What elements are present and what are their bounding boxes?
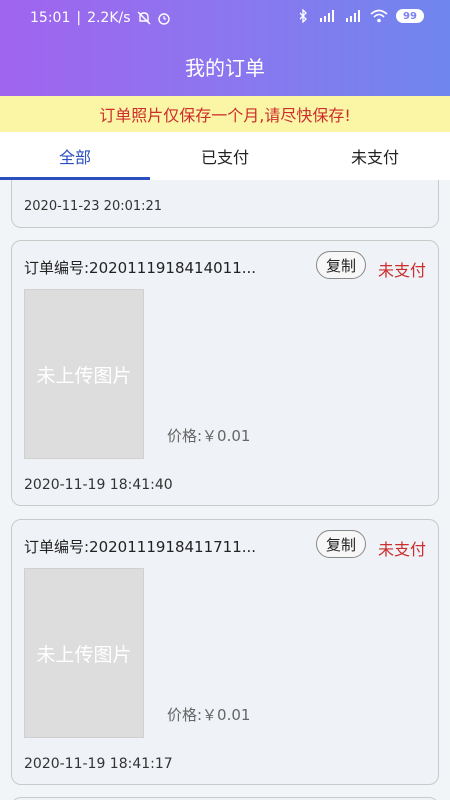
wifi-icon (370, 9, 388, 23)
status-divider: | (76, 10, 82, 26)
status-bar: 15:01 | 2.2K/s 99 (0, 0, 450, 34)
tab-all[interactable]: 全部 (0, 132, 150, 180)
order-date: 2020-11-23 20:01:21 (24, 199, 163, 214)
bluetooth-icon (298, 9, 308, 23)
notification-off-icon (137, 11, 151, 25)
signal-icon (344, 9, 362, 23)
alarm-icon (157, 11, 171, 25)
signal-4g-icon (316, 9, 336, 23)
order-number: 订单编号:2020111918414011... (24, 259, 257, 277)
order-date: 2020-11-19 18:41:17 (24, 756, 173, 772)
payment-status: 未支付 (377, 540, 426, 559)
order-card[interactable]: 订单编号:2020111918411711... 复制 未支付 未上传图片 价格… (11, 519, 439, 785)
tab-unpaid[interactable]: 未支付 (300, 132, 450, 180)
payment-status: 未支付 (377, 261, 426, 280)
copy-button[interactable]: 复制 (316, 530, 366, 558)
status-right: 99 (298, 9, 424, 23)
order-image-placeholder[interactable]: 未上传图片 (24, 568, 144, 738)
order-price: 价格:￥0.01 (167, 706, 251, 724)
order-list[interactable]: 2020-11-23 20:01:21 订单编号:202011191841401… (0, 180, 450, 800)
status-time: 15:01 (30, 10, 71, 26)
status-speed: 2.2K/s (87, 10, 131, 26)
tab-paid[interactable]: 已支付 (150, 132, 300, 180)
order-tabs: 全部 已支付 未支付 (0, 132, 450, 180)
notice-banner: 订单照片仅保存一个月,请尽快保存! (0, 96, 450, 132)
app-header: 15:01 | 2.2K/s 99 我的订单 (0, 0, 450, 96)
copy-button[interactable]: 复制 (316, 251, 366, 279)
page-title: 我的订单 (185, 56, 265, 80)
order-date: 2020-11-19 18:41:40 (24, 477, 173, 493)
order-price: 价格:￥0.01 (167, 427, 251, 445)
order-card[interactable]: 2020-11-23 20:01:21 (11, 180, 439, 228)
battery-icon: 99 (396, 9, 424, 23)
order-image-placeholder[interactable]: 未上传图片 (24, 289, 144, 459)
order-number: 订单编号:2020111918411711... (24, 538, 257, 556)
order-card[interactable]: 订单编号:2020111918414011... 复制 未支付 未上传图片 价格… (11, 240, 439, 506)
status-left: 15:01 | 2.2K/s (30, 10, 171, 26)
